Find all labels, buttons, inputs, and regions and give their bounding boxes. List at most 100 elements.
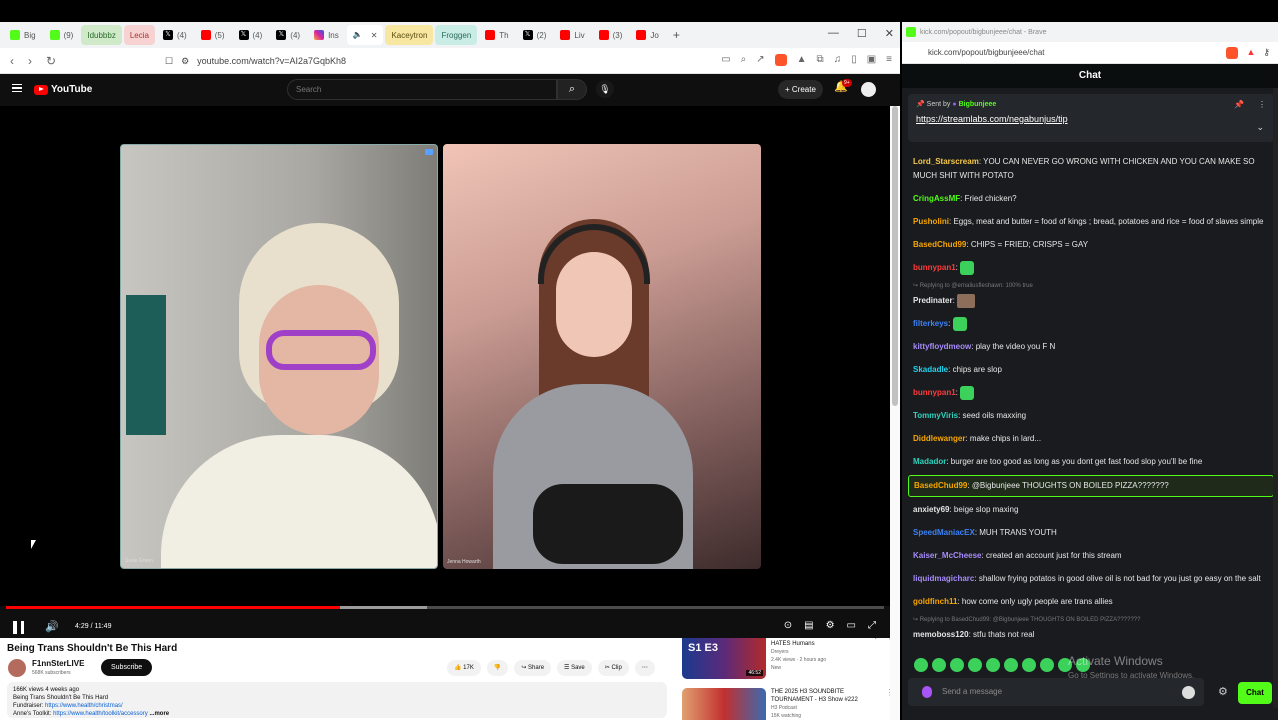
browser-tab[interactable]: Th — [479, 25, 514, 45]
chat-message[interactable]: Diddlewanger: make chips in lard... — [908, 429, 1274, 449]
quick-emote-icon[interactable] — [986, 658, 1000, 672]
browser-tab[interactable]: Jo — [630, 25, 664, 45]
browser-tab[interactable]: (9) — [44, 25, 80, 45]
recommended-video[interactable]: THE 2025 H3 SOUNDBITE TOURNAMENT - H3 Sh… — [682, 688, 894, 720]
recommended-video[interactable]: S1 E3 46:52 Doctor Who Sea Devils Review… — [682, 638, 894, 679]
address-bar[interactable]: kick.com/popout/bigbunjeee/chat ▲ ⚷ — [902, 42, 1278, 64]
pinned-link[interactable]: https://streamlabs.com/negabunjus/tip — [916, 114, 1266, 124]
channel-name[interactable]: F1nnSterLIVE — [32, 659, 84, 668]
quick-emote-icon[interactable] — [1022, 658, 1036, 672]
zoom-icon[interactable]: ⌕ — [741, 54, 747, 66]
send-chat-button[interactable]: Chat — [1238, 682, 1272, 704]
save-button[interactable]: ☰ Save — [557, 660, 592, 676]
captions-icon[interactable]: ▤ — [804, 620, 813, 631]
show-more-link[interactable]: ...more — [149, 711, 169, 717]
browser-tab[interactable]: Big — [4, 25, 42, 45]
browser-tab[interactable]: Kaceytron — [385, 25, 434, 45]
pinned-user[interactable]: Bigbunjeee — [959, 101, 997, 108]
chat-message[interactable]: bunnypan1: — [908, 258, 1274, 278]
scrollbar-thumb[interactable] — [892, 106, 898, 406]
page-scrollbar[interactable] — [890, 106, 900, 720]
chat-username[interactable]: Pusholini — [913, 217, 949, 226]
quick-emote-icon[interactable] — [1040, 658, 1054, 672]
browser-tab[interactable]: 𝕏 (4) — [270, 25, 306, 45]
fullscreen-icon[interactable]: ⤢ — [868, 620, 876, 631]
chat-username[interactable]: TommyViris — [913, 411, 958, 420]
youtube-logo[interactable]: YouTube — [34, 84, 92, 95]
miniplayer-icon[interactable]: ▭ — [847, 620, 856, 631]
sidebar-icon[interactable]: ▯ — [851, 54, 857, 66]
subscribe-button[interactable]: Subscribe — [101, 659, 153, 676]
channel-avatar[interactable] — [8, 659, 26, 677]
toolkit-link[interactable]: https://www.health/toolkit/accessory — [53, 711, 148, 717]
chat-message[interactable]: Pusholini: Eggs, meat and butter = food … — [908, 212, 1274, 232]
chat-username[interactable]: goldfinch11 — [913, 597, 957, 606]
quick-emote-icon[interactable] — [914, 658, 928, 672]
browser-tab[interactable]: Ins — [308, 25, 345, 45]
volume-icon[interactable]: 🔊 — [45, 620, 59, 633]
video-thumbnail[interactable] — [682, 688, 766, 720]
video-player[interactable]: Susie Green Jenna Howarth — [0, 106, 890, 609]
brave-shields-icon[interactable] — [1226, 47, 1239, 59]
maximize-button[interactable]: ☐ — [857, 27, 867, 40]
back-icon[interactable]: ‹ — [10, 54, 14, 68]
chat-message[interactable]: Kaiser_McCheese: created an account just… — [908, 546, 1274, 566]
clip-button[interactable]: ✂ Clip — [597, 660, 629, 676]
browser-tab[interactable]: Lecia — [123, 25, 155, 45]
create-button[interactable]: + Create — [778, 80, 823, 99]
chat-message[interactable]: bunnypan1: — [908, 383, 1274, 403]
pinned-message[interactable]: 📌 Sent by ● Bigbunjeee https://streamlab… — [908, 94, 1274, 142]
menu-icon[interactable]: ≡ — [886, 54, 892, 66]
rewards-icon[interactable]: ▲ — [1246, 47, 1255, 59]
more-actions-icon[interactable]: ⋯ — [634, 660, 655, 676]
chat-message[interactable]: TommyViris: seed oils maxxing — [908, 406, 1274, 426]
browser-tab[interactable]: 𝕏 (4) — [157, 25, 193, 45]
url-field[interactable]: ☐ ⚙ youtube.com/watch?v=AI2a7GqbKh8 — [165, 52, 575, 70]
autoplay-toggle-icon[interactable]: ⊙ — [784, 620, 792, 631]
chat-message[interactable]: goldfinch11: how come only ugly people a… — [908, 592, 1274, 612]
chat-message[interactable]: liquidmagicharc: shallow frying potatos … — [908, 569, 1274, 589]
close-button[interactable]: ✕ — [885, 27, 894, 40]
quick-emote-icon[interactable] — [968, 658, 982, 672]
share-icon[interactable]: ↗ — [756, 54, 764, 66]
bookmark-icon[interactable]: ☐ — [165, 56, 173, 67]
chat-message[interactable]: anxiety69: beige slop maxing — [908, 500, 1274, 520]
browser-tab[interactable]: 𝕏 (4) — [233, 25, 269, 45]
chat-username[interactable]: Madador — [913, 457, 946, 466]
voice-search-button[interactable]: 🎙 — [596, 80, 614, 98]
browser-tab[interactable]: Froggen — [435, 25, 478, 45]
chat-message[interactable]: kittyfloydmeow: play the video you F N — [908, 337, 1274, 357]
chat-username[interactable]: Skadadle — [913, 365, 948, 374]
brave-shields-icon[interactable] — [774, 54, 787, 66]
cast-icon[interactable]: ▭ — [721, 54, 730, 66]
chat-username[interactable]: Lord_Starscream — [913, 157, 979, 166]
chat-message[interactable]: filterkeys: — [908, 314, 1274, 334]
account-avatar[interactable] — [861, 82, 876, 97]
recommended-channel[interactable]: Dreyers — [771, 648, 881, 656]
close-tab-icon[interactable]: ✕ — [371, 31, 378, 40]
search-input[interactable]: Search — [287, 79, 557, 100]
browser-tab[interactable]: Idubbbz — [81, 25, 122, 45]
chat-message[interactable]: BasedChud99: @Bigbunjeee THOUGHTS ON BOI… — [908, 475, 1274, 498]
chat-message[interactable]: Lord_Starscream: YOU CAN NEVER GO WRONG … — [908, 152, 1274, 186]
key-icon[interactable]: ⚷ — [1263, 47, 1270, 59]
new-tab-button[interactable]: + — [673, 28, 680, 42]
chat-username[interactable]: anxiety69 — [913, 505, 949, 514]
settings-gear-icon[interactable]: ⚙ — [826, 620, 835, 631]
search-button[interactable]: ⌕ — [557, 79, 587, 100]
quick-emote-icon[interactable] — [1004, 658, 1018, 672]
chat-message[interactable]: Skadadle: chips are slop — [908, 360, 1274, 380]
chat-username[interactable]: BasedChud99 — [913, 240, 966, 249]
recommended-title[interactable]: THE 2025 H3 SOUNDBITE TOURNAMENT - H3 Sh… — [771, 688, 881, 704]
progress-bar[interactable] — [6, 606, 884, 609]
chat-username[interactable]: liquidmagicharc — [913, 574, 974, 583]
browser-tab[interactable]: 🔈 ✕ — [346, 25, 384, 45]
forward-icon[interactable]: › — [28, 54, 32, 68]
hamburger-menu-icon[interactable] — [12, 84, 22, 92]
quick-emote-icon[interactable] — [932, 658, 946, 672]
chat-username[interactable]: Diddlewanger — [913, 434, 965, 443]
dislike-button[interactable]: 👎 — [486, 660, 509, 676]
chat-message[interactable]: Predinater: — [908, 291, 1274, 311]
browser-tab[interactable]: (5) — [195, 25, 231, 45]
chat-message[interactable]: memoboss120: stfu thats not real — [908, 625, 1274, 642]
